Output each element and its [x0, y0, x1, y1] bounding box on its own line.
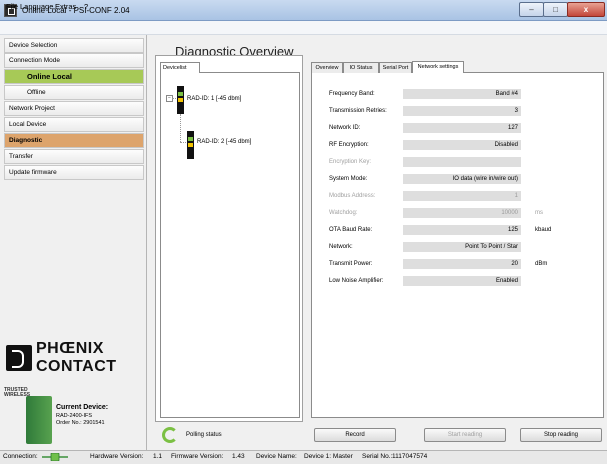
setting-value-field: Band #4 [403, 89, 521, 99]
tree-connector [180, 114, 181, 142]
setting-label: Modbus Address: [329, 193, 376, 199]
device-name-value: Device 1: Master [304, 453, 353, 460]
setting-label: Encryption Key: [329, 159, 372, 165]
setting-value-field: 125 [403, 225, 521, 235]
setting-label: Low Noise Amplifier: [329, 278, 384, 284]
sidebar-item-transfer[interactable]: Transfer [4, 149, 144, 164]
setting-label: OTA Baud Rate: [329, 227, 373, 233]
menu-bar [0, 21, 607, 35]
radio-device-icon [187, 131, 194, 159]
close-button[interactable]: x [567, 2, 605, 17]
device-node-1[interactable]: RAD-ID: 1 [-45 dbm] [187, 96, 241, 102]
setting-value-field: Enabled [403, 276, 521, 286]
setting-label: System Mode: [329, 176, 368, 182]
device-node-2[interactable]: RAD-ID: 2 [-45 dbm] [197, 139, 251, 145]
setting-label: Network: [329, 244, 353, 250]
logo-line-2: CONTACT [36, 358, 117, 375]
serial-number-label: Serial No.: [362, 453, 393, 460]
sidebar-item-device-selection[interactable]: Device Selection [4, 38, 144, 53]
serial-number-value: 1117047574 [392, 453, 428, 460]
logo-line-1: PHŒNIX [36, 340, 104, 357]
device-name-label: Device Name: [256, 453, 297, 460]
setting-value-field: 10000 [403, 208, 521, 218]
setting-label: Network ID: [329, 125, 361, 131]
setting-label: Transmission Retries: [329, 108, 387, 114]
firmware-version-value: 1.43 [232, 453, 245, 460]
maximize-button[interactable]: □ [543, 2, 568, 17]
tree-connector [180, 142, 186, 143]
devicelist-tree [160, 72, 300, 418]
sidebar-item-network-project[interactable]: Network Project [4, 101, 144, 116]
current-device-order: Order No.: 2901541 [56, 420, 105, 426]
stop-reading-button[interactable]: Stop reading [520, 428, 602, 442]
setting-label: Watchdog: [329, 210, 358, 216]
menu-help[interactable]: ? [84, 2, 88, 11]
minimize-button[interactable]: – [519, 2, 544, 17]
setting-value-field: 3 [403, 106, 521, 116]
connection-icon [42, 453, 68, 461]
tab-io-status[interactable]: IO Status [343, 62, 379, 73]
sidebar-item-offline[interactable]: Offline [4, 85, 144, 100]
current-device-model: RAD-2400-IFS [56, 413, 93, 419]
sidebar-item-update-firmware[interactable]: Update firmware [4, 165, 144, 180]
device-image-icon [26, 396, 52, 444]
tab-network-settings[interactable]: Network settings [412, 61, 464, 73]
sidebar-item-diagnostic[interactable]: Diagnostic [4, 133, 144, 148]
setting-unit: ms [535, 210, 543, 216]
setting-unit: dBm [535, 261, 548, 267]
setting-value-field: 127 [403, 123, 521, 133]
current-device-title: Current Device: [56, 404, 109, 411]
start-reading-button[interactable]: Start reading [424, 428, 506, 442]
polling-status-label: Polling status [186, 432, 222, 438]
connection-label: Connection: [3, 453, 38, 460]
tab-overview[interactable]: Overview [311, 62, 343, 73]
tab-devicelist[interactable]: Devicelist [160, 62, 200, 73]
setting-unit: kbaud [535, 227, 552, 233]
menu-language[interactable]: Language [20, 2, 53, 11]
hardware-version-label: Hardware Version: [90, 453, 144, 460]
record-button[interactable]: Record [314, 428, 396, 442]
sidebar-item-online-local[interactable]: Online Local [4, 69, 144, 84]
phoenix-contact-logo: PHŒNIX CONTACT [4, 338, 144, 382]
sidebar-item-local-device[interactable]: Local Device [4, 117, 144, 132]
sidebar-item-connection-mode[interactable]: Connection Mode [4, 53, 144, 68]
polling-status-icon [162, 427, 178, 443]
hardware-version-value: 1.1 [153, 453, 163, 460]
setting-value-field: IO data (wire in/wire out) [403, 174, 521, 184]
setting-value-field: 1 [403, 191, 521, 201]
setting-value-field: 20 [403, 259, 521, 269]
menu-file[interactable]: File [6, 2, 18, 11]
phoenix-logo-icon [6, 345, 32, 371]
firmware-version-label: Firmware Version: [171, 453, 224, 460]
menu-extras[interactable]: Extras [55, 2, 76, 11]
current-device-panel: TRUSTED WIRELESS Current Device: RAD-240… [4, 382, 144, 450]
setting-value-field: Point To Point / Star [403, 242, 521, 252]
setting-label: Frequency Band: [329, 91, 375, 97]
setting-value-field [403, 157, 521, 167]
setting-label: Transmit Power: [329, 261, 373, 267]
radio-device-icon [177, 86, 184, 114]
tree-connector [172, 98, 176, 99]
setting-value-field: Disabled [403, 140, 521, 150]
tab-serial-port[interactable]: Serial Port [379, 62, 412, 73]
setting-label: RF Encryption: [329, 142, 369, 148]
